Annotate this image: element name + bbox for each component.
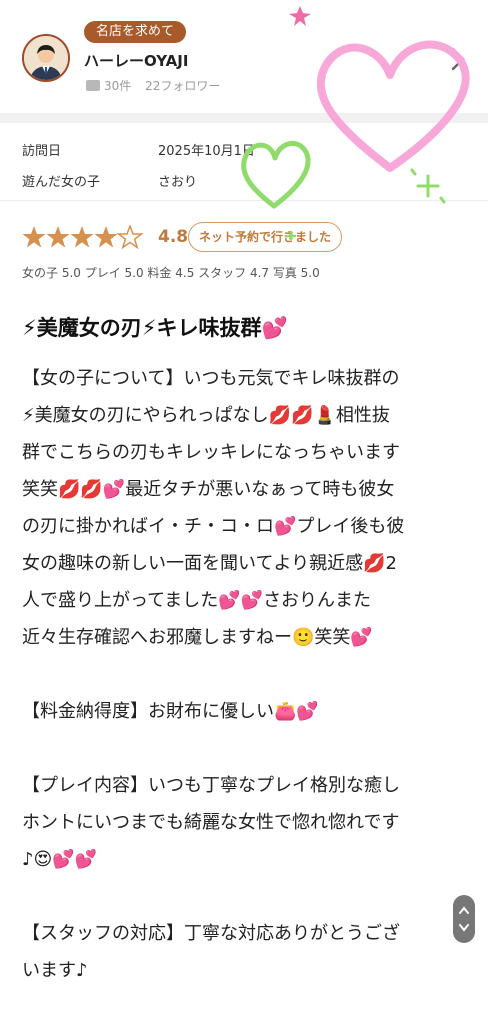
- review-line: 近々生存確認へお邪魔しますねー🙂笑笑💕: [22, 627, 373, 648]
- review-line: 笑笑💋💋💕最近タチが悪いなぁって時も彼女: [22, 479, 395, 500]
- follower-count: 22フォロワー: [145, 79, 221, 93]
- review-line: ♪😍💕💕: [22, 849, 98, 870]
- rating-score: 4.8: [158, 227, 189, 247]
- review-line: [22, 878, 472, 915]
- section-divider: [0, 113, 488, 123]
- review-line: 【料金納得度】お財布に優しい👛💕: [22, 701, 319, 722]
- visit-date-label: 訪問日: [22, 144, 62, 159]
- review-line: 【女の子について】いつも元気でキレ味抜群の: [22, 368, 400, 389]
- visit-date-value: 2025年10月1日: [158, 144, 255, 159]
- chevron-right-icon[interactable]: [448, 45, 468, 73]
- review-body: 【女の子について】いつも元気でキレ味抜群の ⚡美魔女の刃にやられっぱなし💋💋💄相…: [22, 360, 472, 989]
- net-reservation-badge: ネット予約で行きました: [188, 222, 343, 252]
- user-stats: 30件 22フォロワー: [86, 77, 220, 94]
- scroll-buttons[interactable]: [453, 895, 475, 943]
- girl-label: 遊んだ女の子: [22, 175, 101, 190]
- scroll-up-down-icon[interactable]: [453, 895, 475, 943]
- review-line: 【プレイ内容】いつも丁寧なプレイ格別な癒し: [22, 775, 400, 796]
- review-line: の刃に掛かればイ・チ・コ・ロ💕プレイ後も彼: [22, 516, 405, 537]
- review-title: ⚡美魔女の刃⚡キレ味抜群💕: [22, 316, 288, 340]
- green-sparkle-icon: [410, 168, 446, 204]
- review-line: 人で盛り上がってました💕💕さおりんまた: [22, 590, 372, 611]
- star-icon: [22, 225, 144, 249]
- sub-scores: 女の子 5.0 プレイ 5.0 料金 4.5 スタッフ 4.7 写真 5.0: [22, 266, 320, 280]
- review-line: ホントにいつまでも綺麗な女性で惚れ惚れです: [22, 812, 400, 833]
- profile-header[interactable]: 名店を求めて ハーレーOYAJI 30件 22フォロワー: [0, 0, 488, 112]
- star-rating: [22, 225, 144, 249]
- review-line: 【スタッフの対応】丁寧な対応ありがとうござ: [22, 923, 400, 944]
- review-count: 30件: [104, 79, 132, 93]
- review-line: 女の趣味の新しい一面を聞いてより親近感💋2: [22, 553, 397, 574]
- comment-icon: [86, 80, 100, 91]
- title-badge: 名店を求めて: [84, 21, 187, 43]
- divider: [0, 200, 488, 201]
- review-line: 群でこちらの刃もキレッキレになっちゃいます: [22, 442, 400, 463]
- review-line: います♪: [22, 960, 88, 981]
- review-line: [22, 730, 472, 767]
- username[interactable]: ハーレーOYAJI: [84, 50, 188, 71]
- user-avatar-icon: [24, 36, 68, 80]
- avatar[interactable]: [22, 34, 70, 82]
- girl-name[interactable]: さおり: [158, 171, 197, 190]
- review-line: [22, 656, 472, 693]
- review-line: ⚡美魔女の刃にやられっぱなし💋💋💄相性抜: [22, 405, 390, 426]
